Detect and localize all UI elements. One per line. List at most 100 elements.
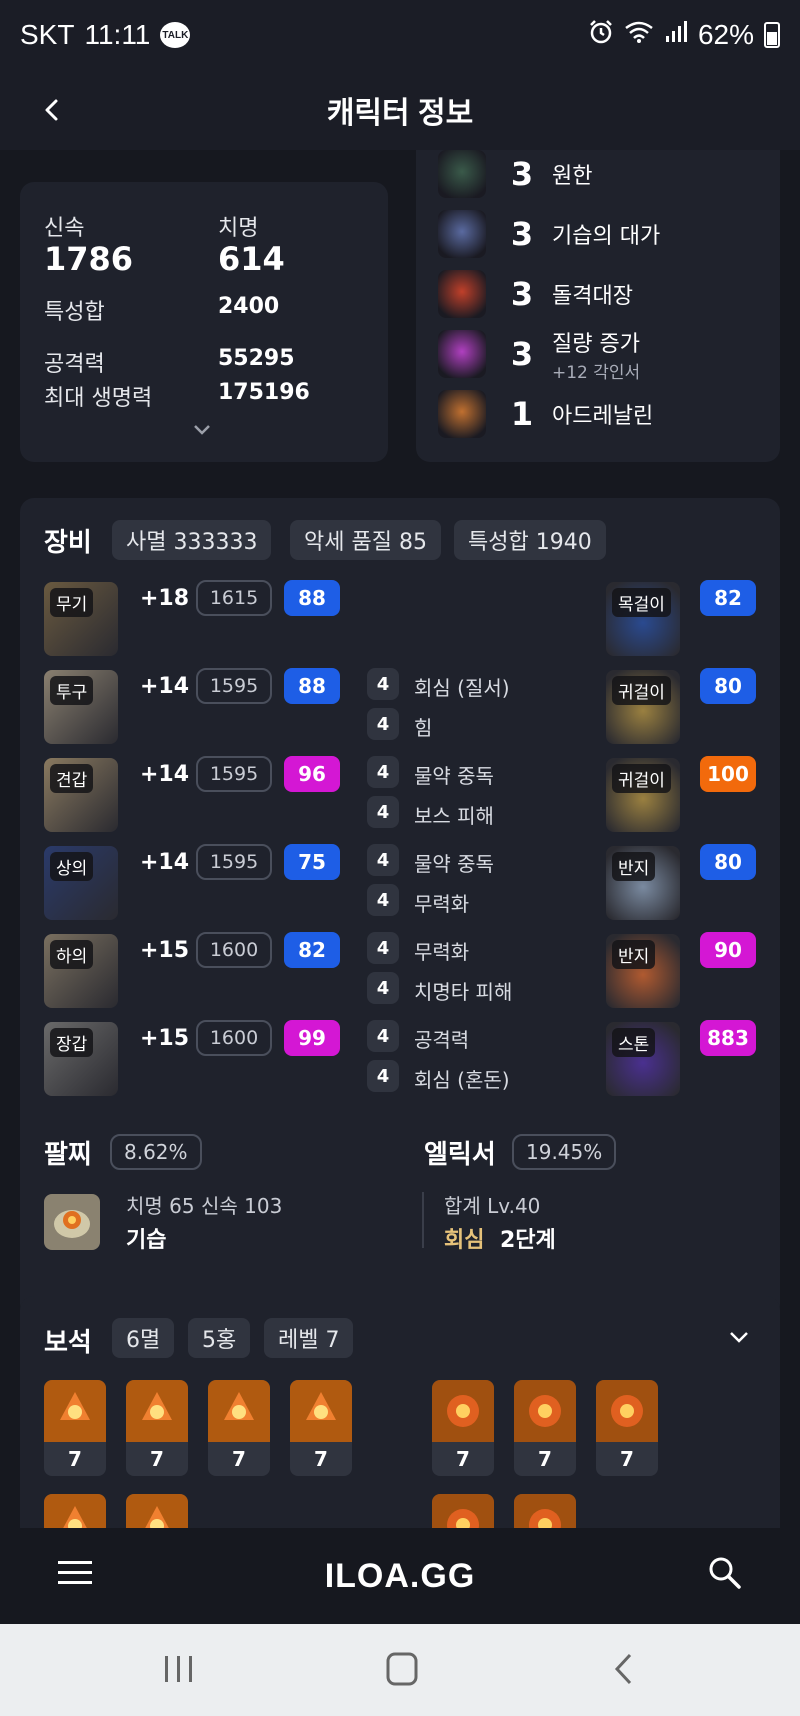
gear-icon-3[interactable]: 상의 [44,846,118,920]
accessory-quality-badge: 80 [700,668,756,704]
gear-item-level: 1615 [196,580,272,616]
gear-upgrade-level: +14 [140,850,190,875]
gem-level: 7 [456,1447,470,1471]
alarm-icon [588,19,614,52]
option-level-badge: 4 [367,884,399,916]
engraving-name: 돌격대장 [552,284,633,309]
gear-icon-1[interactable]: 투구 [44,670,118,744]
gear-icon-5[interactable]: 장갑 [44,1022,118,1096]
equipment-chip-set: 사멸 333333 [112,520,272,560]
gem-annihilation[interactable]: 7 [126,1380,188,1476]
gem-partial[interactable] [126,1494,188,1528]
gem-annihilation[interactable]: 7 [208,1380,270,1476]
engraving-icon [438,210,486,258]
option-level-badge: 4 [367,1020,399,1052]
engraving-row[interactable]: 3 원한 [438,150,592,200]
trait-sum-label: 특성합 [44,300,105,325]
engraving-text: 질량 증가 +12 각인서 [552,326,640,383]
back-button[interactable] [30,88,74,132]
engraving-icon [438,330,486,378]
engraving-level: 1 [510,395,534,433]
option-name: 힘 [414,716,433,740]
gem-crimson[interactable]: 7 [432,1380,494,1476]
accessory-icon-5[interactable]: 스톤 [606,1022,680,1096]
content-area[interactable]: 신속 1786 치명 614 특성합 2400 공격력 55295 최대 생명력… [0,150,800,1528]
back-arrow-icon [614,1653,632,1685]
accessory-icon-2[interactable]: 귀걸이 [606,758,680,832]
bracelet-effect: 기습 [126,1228,167,1253]
accessory-quality-badge: 90 [700,932,756,968]
gear-icon-4[interactable]: 하의 [44,934,118,1008]
engraving-level: 3 [510,155,534,193]
gem-image [514,1380,576,1442]
bracelet-stats: 치명 65 신속 103 [126,1194,283,1218]
menu-button[interactable] [58,1558,92,1592]
engraving-icon [438,390,486,438]
engraving-text: 돌격대장 [552,278,633,310]
accessory-quality-badge: 82 [700,580,756,616]
option-level-badge: 4 [367,972,399,1004]
gem-annihilation[interactable]: 7 [290,1380,352,1476]
accessory-slot-label: 반지 [612,940,656,969]
bracelet-percent: 8.62% [110,1134,202,1170]
bracelet-icon[interactable] [44,1194,100,1250]
option-name: 치명타 피해 [414,980,513,1004]
app-bar: 캐릭터 정보 [0,70,800,150]
gear-upgrade-level: +18 [140,586,190,611]
carrier-label: SKT [20,19,75,50]
page-title: 캐릭터 정보 [326,97,474,130]
chevron-down-icon [194,425,210,435]
wifi-icon [624,19,654,51]
option-level-badge: 4 [367,796,399,828]
engraving-row[interactable]: 3 기습의 대가 [438,208,660,260]
accessory-icon-1[interactable]: 귀걸이 [606,670,680,744]
option-name: 무력화 [414,892,470,916]
gem-level: 7 [232,1447,246,1471]
expand-stats-button[interactable] [192,422,212,441]
engraving-text: 원한 [552,158,592,190]
gems-expand-button[interactable] [728,1330,750,1350]
engraving-row[interactable]: 3 질량 증가 +12 각인서 [438,326,640,383]
gem-image [44,1380,106,1442]
elixir-set-level: 2단계 [500,1228,556,1253]
max-hp-label: 최대 생명력 [44,386,153,411]
gear-upgrade-level: +14 [140,674,190,699]
gear-icon-2[interactable]: 견갑 [44,758,118,832]
accessory-icon-3[interactable]: 반지 [606,846,680,920]
option-name: 물약 중독 [414,764,494,788]
engraving-row[interactable]: 3 돌격대장 [438,268,633,320]
gear-item-level: 1600 [196,1020,272,1056]
accessory-slot-label: 귀걸이 [612,676,671,705]
gem-partial[interactable] [44,1494,106,1528]
site-logo[interactable]: ILOA.GG [325,1557,476,1596]
gem-level: 7 [150,1447,164,1471]
gem-annihilation[interactable]: 7 [44,1380,106,1476]
accessory-icon-4[interactable]: 반지 [606,934,680,1008]
engraving-book-bonus: +12 각인서 [552,362,641,383]
gem-image [290,1380,352,1442]
system-back-button[interactable] [612,1652,636,1690]
gem-crimson[interactable]: 7 [514,1380,576,1476]
gear-quality-badge: 88 [284,668,340,704]
option-name: 회심 (질서) [414,676,510,700]
option-level-badge: 4 [367,932,399,964]
engraving-row[interactable]: 1 아드레날린 [438,388,653,440]
accessory-icon-0[interactable]: 목걸이 [606,582,680,656]
equipment-title: 장비 [44,528,92,558]
gem-partial[interactable] [514,1494,576,1528]
gear-upgrade-level: +15 [140,938,190,963]
gem-level: 7 [538,1447,552,1471]
home-button[interactable] [386,1652,418,1690]
stats-card: 신속 1786 치명 614 특성합 2400 공격력 55295 최대 생명력… [20,182,388,462]
gear-icon-0[interactable]: 무기 [44,582,118,656]
gem-crimson[interactable]: 7 [596,1380,658,1476]
search-button[interactable] [708,1556,742,1594]
trait-sum-value: 2400 [218,294,280,319]
gear-slot-label: 무기 [50,588,94,617]
gem-image [596,1380,658,1442]
gem-image [208,1380,270,1442]
gem-partial[interactable] [432,1494,494,1528]
option-name: 물약 중독 [414,852,494,876]
gem-image [432,1380,494,1442]
recent-apps-button[interactable] [162,1654,196,1688]
